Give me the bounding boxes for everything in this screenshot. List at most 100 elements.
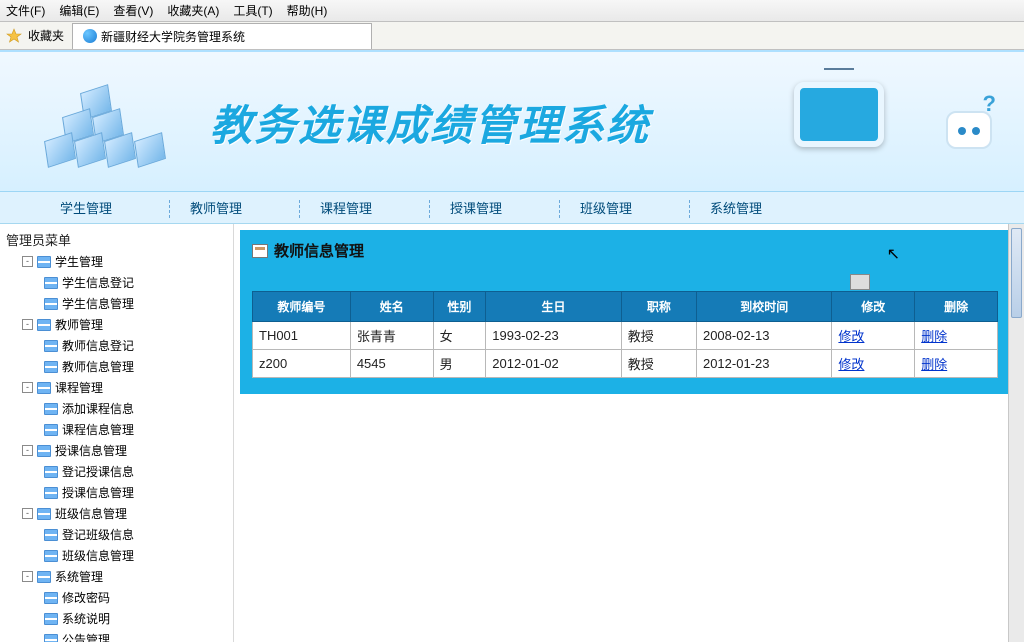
tree-group[interactable]: -系统管理 xyxy=(4,566,233,587)
tree-group[interactable]: -授课信息管理 xyxy=(4,440,233,461)
cell-name: 4545 xyxy=(350,350,433,378)
nav-item[interactable]: 班级管理 xyxy=(560,198,690,217)
menu-item[interactable]: 文件(F) xyxy=(6,2,45,19)
cell-delete: 删除 xyxy=(915,322,998,350)
tree-item[interactable]: 教师信息登记 xyxy=(4,335,233,356)
window-icon xyxy=(44,634,58,642)
menu-item[interactable]: 编辑(E) xyxy=(59,2,99,19)
tree-item-label: 课程信息管理 xyxy=(62,421,134,438)
cell-delete: 删除 xyxy=(915,350,998,378)
cell-rank: 教授 xyxy=(621,322,696,350)
tree-group[interactable]: - 班级信息管理 xyxy=(4,503,233,524)
tree-item[interactable]: 学生信息管理 xyxy=(4,293,233,314)
tree-group-label: 班级信息管理 xyxy=(55,505,127,522)
cell-gender: 女 xyxy=(433,322,486,350)
print-button[interactable] xyxy=(850,274,870,290)
cell-id: z200 xyxy=(253,350,351,378)
edit-link[interactable]: 修改 xyxy=(838,329,864,344)
doc-icon xyxy=(252,244,268,258)
tree-item-label: 授课信息管理 xyxy=(62,484,134,501)
favorites-bar: 收藏夹 新疆财经大学院务管理系统 xyxy=(0,22,1024,50)
window-icon xyxy=(44,403,58,415)
nav-item[interactable]: 学生管理 xyxy=(40,198,170,217)
favorites-label[interactable]: 收藏夹 xyxy=(28,27,64,44)
tree-item[interactable]: 系统说明 xyxy=(4,608,233,629)
tree-item[interactable]: 修改密码 xyxy=(4,587,233,608)
top-nav: 学生管理教师管理课程管理授课管理班级管理系统管理 xyxy=(0,192,1024,224)
collapse-icon[interactable]: - xyxy=(22,256,33,267)
table-row: z2004545男2012-01-02教授2012-01-23 修改 删除 xyxy=(253,350,998,378)
nav-item[interactable]: 系统管理 xyxy=(690,198,820,217)
nav-item[interactable]: 教师管理 xyxy=(170,198,300,217)
delete-link[interactable]: 删除 xyxy=(921,357,947,372)
col-header: 修改 xyxy=(832,292,915,322)
col-header: 生日 xyxy=(486,292,621,322)
nav-item[interactable]: 课程管理 xyxy=(300,198,430,217)
window-icon xyxy=(44,298,58,310)
tree-item[interactable]: 教师信息管理 xyxy=(4,356,233,377)
tree-item-label: 登记班级信息 xyxy=(62,526,134,543)
browser-tab[interactable]: 新疆财经大学院务管理系统 xyxy=(72,23,372,49)
window-icon xyxy=(44,550,58,562)
collapse-icon[interactable]: - xyxy=(22,382,33,393)
cell-rank: 教授 xyxy=(621,350,696,378)
cell-arrive: 2008-02-13 xyxy=(696,322,831,350)
cube-graphic xyxy=(40,82,180,192)
window-icon xyxy=(37,382,51,394)
delete-link[interactable]: 删除 xyxy=(921,329,947,344)
sidebar: 管理员菜单 -学生管理学生信息登记学生信息管理-教师管理教师信息登记教师信息管理… xyxy=(0,224,234,642)
tree-group-label: 学生管理 xyxy=(55,253,103,270)
scrollbar-thumb[interactable] xyxy=(1011,228,1022,318)
cell-birth: 2012-01-02 xyxy=(486,350,621,378)
collapse-icon[interactable]: - xyxy=(22,571,33,582)
window-icon xyxy=(37,319,51,331)
tree-group[interactable]: -教师管理 xyxy=(4,314,233,335)
window-icon xyxy=(44,340,58,352)
tree-item[interactable]: 授课信息管理 xyxy=(4,482,233,503)
menu-item[interactable]: 帮助(H) xyxy=(287,2,328,19)
tree-item-label: 公告管理 xyxy=(62,631,110,642)
col-header: 姓名 xyxy=(350,292,433,322)
menu-item[interactable]: 工具(T) xyxy=(233,2,272,19)
scrollbar[interactable] xyxy=(1008,224,1024,642)
col-header: 性别 xyxy=(433,292,486,322)
window-icon xyxy=(44,613,58,625)
window-icon xyxy=(44,529,58,541)
edit-link[interactable]: 修改 xyxy=(838,357,864,372)
cell-edit: 修改 xyxy=(832,322,915,350)
window-icon xyxy=(37,508,51,520)
tree-item-label: 修改密码 xyxy=(62,589,110,606)
nav-item[interactable]: 授课管理 xyxy=(430,198,560,217)
tree-item[interactable]: 登记授课信息 xyxy=(4,461,233,482)
tree-group[interactable]: - 学生管理 xyxy=(4,251,233,272)
collapse-icon[interactable]: - xyxy=(22,508,33,519)
tree-item[interactable]: 班级信息管理 xyxy=(4,545,233,566)
window-icon xyxy=(44,361,58,373)
star-icon xyxy=(6,28,22,44)
window-icon xyxy=(44,466,58,478)
tree-item[interactable]: 学生信息登记 xyxy=(4,272,233,293)
browser-menubar: 文件(F) 编辑(E) 查看(V) 收藏夹(A) 工具(T) 帮助(H) xyxy=(0,0,1024,22)
tree-item[interactable]: 公告管理 xyxy=(4,629,233,642)
collapse-icon[interactable]: - xyxy=(22,445,33,456)
cell-gender: 男 xyxy=(433,350,486,378)
tree-item[interactable]: 课程信息管理 xyxy=(4,419,233,440)
col-header: 教师编号 xyxy=(253,292,351,322)
tree-item-label: 登记授课信息 xyxy=(62,463,134,480)
content-area: 教师信息管理 ↖ 教师编号姓名性别生日职称到校时间修改删除 TH001张青青女1… xyxy=(234,224,1024,642)
tree-item[interactable]: 添加课程信息 xyxy=(4,398,233,419)
ie-icon xyxy=(83,29,97,43)
cell-edit: 修改 xyxy=(832,350,915,378)
banner: 教务选课成绩管理系统 ? xyxy=(0,50,1024,192)
menu-item[interactable]: 查看(V) xyxy=(113,2,153,19)
menu-item[interactable]: 收藏夹(A) xyxy=(167,2,219,19)
tree-item-label: 学生信息登记 xyxy=(62,274,134,291)
tree-item[interactable]: 登记班级信息 xyxy=(4,524,233,545)
tree-item-label: 系统说明 xyxy=(62,610,110,627)
collapse-icon[interactable]: - xyxy=(22,319,33,330)
cell-arrive: 2012-01-23 xyxy=(696,350,831,378)
window-icon xyxy=(44,487,58,499)
cell-id: TH001 xyxy=(253,322,351,350)
tree-group[interactable]: - 课程管理 xyxy=(4,377,233,398)
tree-group-label: 课程管理 xyxy=(55,379,103,396)
